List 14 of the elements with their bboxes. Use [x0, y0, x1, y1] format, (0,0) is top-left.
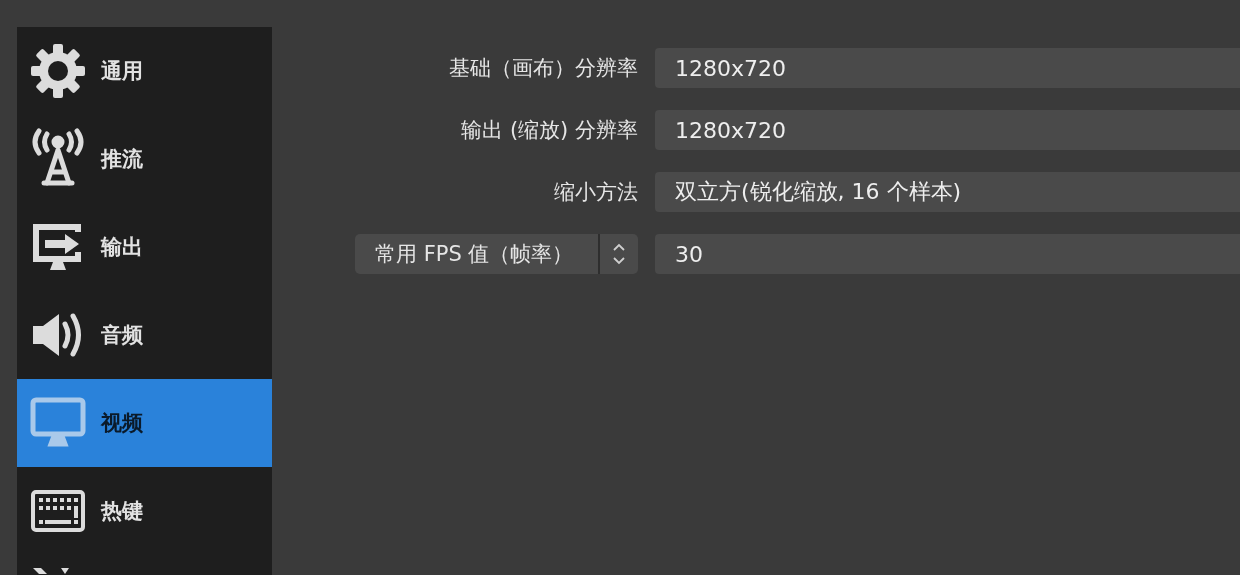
sidebar-item[interactable]: 视频	[17, 379, 272, 467]
sidebar-item[interactable]: 输出	[17, 203, 272, 291]
sidebar-item[interactable]: 通用	[17, 27, 272, 115]
sidebar-item[interactable]: 音频	[17, 291, 272, 379]
setting-label: 缩小方法	[553, 179, 638, 206]
setting-field[interactable]: 1280x720	[655, 48, 1240, 88]
sidebar-item[interactable]: 热键	[17, 467, 272, 555]
sidebar-item[interactable]: 推流	[17, 115, 272, 203]
setting-label: 基础（画布）分辨率	[448, 55, 638, 82]
setting-field[interactable]: 1280x720	[655, 110, 1240, 150]
setting-label: 输出 (缩放) 分辨率	[460, 117, 638, 144]
setting-field[interactable]: 30	[655, 234, 1240, 274]
fps-type-dropdown[interactable]: 常用 FPS 值（帧率）	[355, 234, 638, 274]
setting-field[interactable]: 双立方(锐化缩放, 16 个样本)	[655, 172, 1240, 212]
